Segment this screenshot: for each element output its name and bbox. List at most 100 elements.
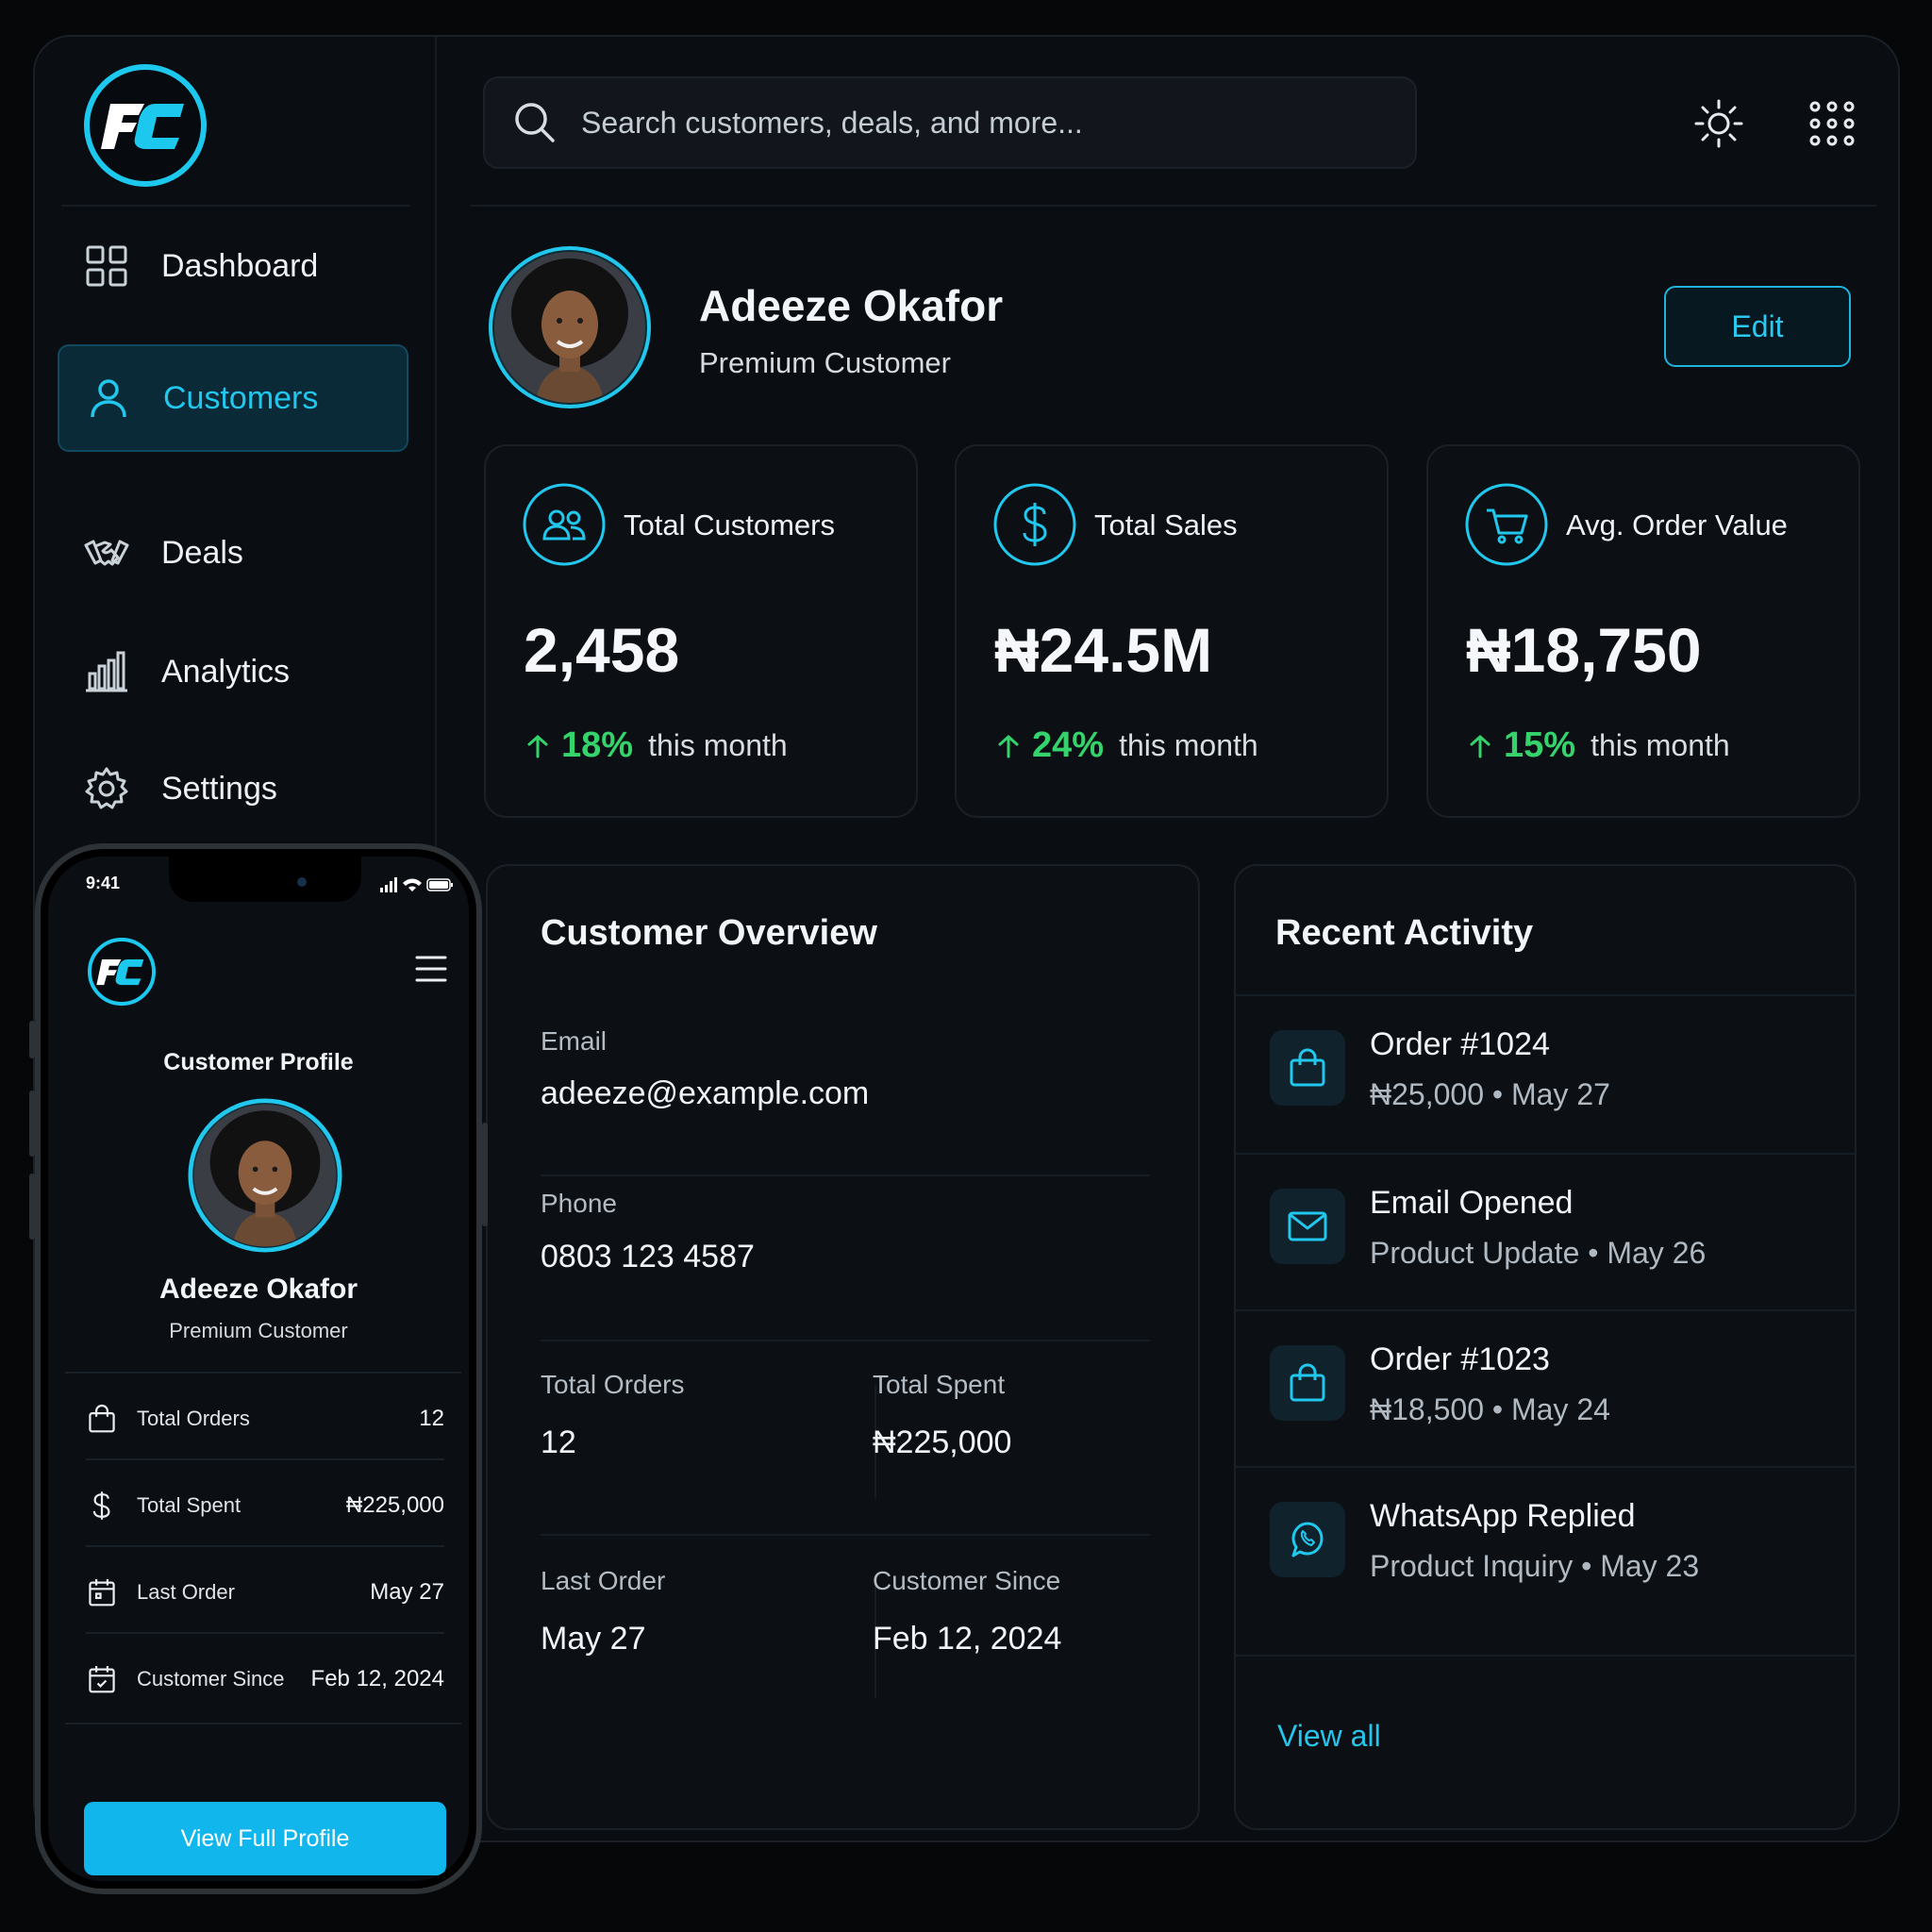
stat-trend: 24% this month xyxy=(994,725,1258,766)
sidebar-item-label: Customers xyxy=(163,379,319,416)
sidebar-item-label: Analytics xyxy=(161,653,291,690)
email-value[interactable]: adeeze@example.com xyxy=(541,1075,869,1112)
search-bar[interactable]: Search customers, deals, and more... xyxy=(483,76,1417,169)
sidebar-item-label: Deals xyxy=(161,534,243,571)
email-label: Email xyxy=(541,1026,608,1056)
phone-side-button xyxy=(482,1123,488,1226)
customer-since-value: Feb 12, 2024 xyxy=(873,1621,1062,1657)
stat-trend: 15% this month xyxy=(1466,725,1730,766)
activity-title: WhatsApp Replied xyxy=(1370,1498,1636,1534)
sidebar-item-customers[interactable]: Customers xyxy=(58,344,408,452)
customer-overview-card: Customer Overview Email adeeze@example.c… xyxy=(486,864,1200,1830)
divider xyxy=(65,1723,461,1724)
whatsapp-icon xyxy=(1291,1522,1324,1557)
status-time: 9:41 xyxy=(86,874,121,892)
shopping-bag-icon xyxy=(89,1404,115,1433)
shopping-bag-icon xyxy=(1290,1048,1325,1087)
fc-logo[interactable] xyxy=(86,936,158,1008)
sidebar-item-deals[interactable]: Deals xyxy=(58,499,408,607)
stat-change: 18% xyxy=(561,725,634,765)
phone-screen: 9:41 Customer Profile Adeeze Okafor Prem… xyxy=(48,857,469,1881)
stat-label: Total Sales xyxy=(1094,508,1238,541)
search-icon xyxy=(515,103,555,142)
sidebar-item-label: Dashboard xyxy=(161,247,319,284)
divider xyxy=(86,1545,444,1547)
divider xyxy=(541,1534,1150,1536)
stat-change: 15% xyxy=(1504,725,1576,765)
mail-icon xyxy=(1288,1211,1327,1241)
sidebar-item-dashboard[interactable]: Dashboard xyxy=(58,212,408,320)
arrow-up-icon xyxy=(527,734,548,758)
stat-trend: 18% this month xyxy=(524,725,788,766)
customer-avatar[interactable] xyxy=(188,1098,342,1253)
phone-value[interactable]: 0803 123 4587 xyxy=(541,1239,755,1275)
stat-card-total-customers: Total Customers 2,458 18% this month xyxy=(484,444,918,818)
stat-period: this month xyxy=(1591,728,1730,762)
dollar-icon xyxy=(993,483,1076,566)
stat-period: this month xyxy=(1119,728,1258,762)
sidebar-divider xyxy=(61,205,410,207)
phone-notch xyxy=(169,857,361,902)
divider xyxy=(65,1372,461,1374)
divider xyxy=(86,1632,444,1634)
calendar-icon xyxy=(89,1578,115,1607)
customer-avatar[interactable] xyxy=(488,245,652,409)
divider xyxy=(541,1174,1150,1176)
sidebar-item-settings[interactable]: Settings xyxy=(58,735,408,842)
sidebar-item-label: Settings xyxy=(161,770,277,807)
calendar-icon xyxy=(89,1665,115,1693)
activity-detail: Product Inquiry • May 23 xyxy=(1370,1549,1700,1583)
sidebar-item-analytics[interactable]: Analytics xyxy=(58,618,408,725)
row-value: 12 xyxy=(419,1406,444,1431)
apps-grid-icon[interactable] xyxy=(1804,95,1860,152)
phone-label: Phone xyxy=(541,1189,617,1218)
cart-icon xyxy=(1465,483,1548,566)
fc-logo[interactable] xyxy=(82,62,208,189)
sun-icon[interactable] xyxy=(1690,95,1747,152)
view-full-profile-button[interactable]: View Full Profile xyxy=(84,1802,446,1875)
search-input[interactable]: Search customers, deals, and more... xyxy=(581,106,1083,141)
stat-card-avg-order-value: Avg. Order Value ₦18,750 15% this month xyxy=(1426,444,1860,818)
phone-bezel: 9:41 Customer Profile Adeeze Okafor Prem… xyxy=(41,849,476,1889)
activity-title: Order #1024 xyxy=(1370,1026,1550,1062)
phone-row-total-orders: Total Orders 12 xyxy=(86,1391,444,1447)
row-label: Last Order xyxy=(137,1580,235,1604)
stat-value: 2,458 xyxy=(524,615,680,685)
activity-item[interactable]: Order #1024 ₦25,000 • May 27 xyxy=(1236,996,1855,1153)
row-value: Feb 12, 2024 xyxy=(310,1666,444,1691)
activity-detail: Product Update • May 26 xyxy=(1370,1236,1707,1270)
shopping-bag-icon xyxy=(1290,1363,1325,1402)
activity-title: Recent Activity xyxy=(1275,913,1534,953)
activity-title: Email Opened xyxy=(1370,1185,1574,1221)
arrow-up-icon xyxy=(1470,734,1491,758)
row-label: Total Spent xyxy=(137,1493,242,1517)
overview-title: Customer Overview xyxy=(541,913,877,953)
activity-item[interactable]: WhatsApp Replied Product Inquiry • May 2… xyxy=(1236,1468,1855,1624)
customer-tier: Premium Customer xyxy=(169,1319,348,1342)
customer-tier: Premium Customer xyxy=(699,346,951,379)
hamburger-menu-icon[interactable] xyxy=(414,953,448,985)
bar-chart-icon xyxy=(86,651,127,692)
last-order-label: Last Order xyxy=(541,1566,666,1595)
grid-icon xyxy=(86,245,127,287)
row-value: ₦225,000 xyxy=(345,1492,444,1518)
activity-icon-box xyxy=(1270,1345,1345,1421)
total-spent-value: ₦225,000 xyxy=(873,1424,1012,1460)
activity-icon-box xyxy=(1270,1502,1345,1577)
row-label: Total Orders xyxy=(137,1407,250,1430)
recent-activity-card: Recent Activity Order #1024 ₦25,000 • Ma… xyxy=(1234,864,1857,1830)
activity-icon-box xyxy=(1270,1030,1345,1106)
customer-name: Adeeze Okafor xyxy=(699,281,1004,330)
stat-label: Total Customers xyxy=(624,508,835,541)
activity-item[interactable]: Email Opened Product Update • May 26 xyxy=(1236,1155,1855,1311)
activity-item[interactable]: Order #1023 ₦18,500 • May 24 xyxy=(1236,1311,1855,1468)
phone-row-customer-since: Customer Since Feb 12, 2024 xyxy=(86,1651,444,1707)
user-icon xyxy=(91,379,126,418)
divider xyxy=(541,1340,1150,1341)
customer-since-label: Customer Since xyxy=(873,1566,1061,1595)
edit-button[interactable]: Edit xyxy=(1664,286,1851,367)
dollar-icon xyxy=(92,1491,110,1520)
activity-detail: ₦25,000 • May 27 xyxy=(1370,1077,1610,1111)
view-all-link[interactable]: View all xyxy=(1277,1719,1381,1754)
stat-label: Avg. Order Value xyxy=(1566,508,1788,541)
